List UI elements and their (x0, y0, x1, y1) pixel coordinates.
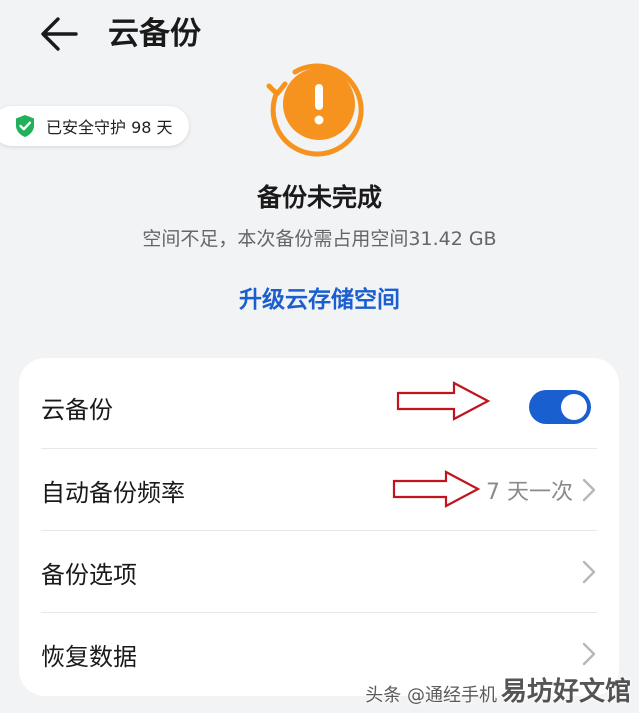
arrow-left-icon (41, 17, 78, 51)
cloud-backup-label: 云备份 (41, 395, 113, 424)
cloud-backup-toggle[interactable] (529, 390, 591, 424)
protection-badge: 已安全守护 98 天 (0, 106, 189, 146)
backup-options-row[interactable]: 备份选项 (41, 530, 597, 613)
auto-backup-frequency-label: 自动备份频率 (41, 478, 185, 507)
watermark-small-text: 头条 @通经手机 (365, 685, 497, 706)
protection-days-text: 已安全守护 98 天 (46, 118, 173, 137)
watermark-big-text: 易坊好文馆 (500, 677, 631, 707)
watermark: 头条 @通经手机 易坊好文馆 (365, 679, 631, 705)
annotation-arrow-icon (392, 470, 481, 508)
upgrade-storage-link[interactable]: 升级云存储空间 (0, 282, 639, 318)
chevron-right-icon (582, 642, 596, 666)
annotation-arrow-icon (396, 381, 491, 421)
shield-check-icon (16, 115, 34, 137)
auto-backup-frequency-row[interactable]: 自动备份频率 7 天一次 (41, 448, 597, 531)
backup-options-label: 备份选项 (41, 560, 137, 589)
back-button[interactable] (38, 12, 82, 56)
chevron-right-icon (582, 478, 596, 502)
cloud-backup-row[interactable]: 云备份 (41, 366, 597, 448)
backup-status-title: 备份未完成 (256, 183, 382, 212)
chevron-right-icon (582, 560, 596, 584)
toggle-knob (561, 394, 587, 420)
warning-exclamation-icon (266, 63, 364, 157)
page-title: 云备份 (108, 16, 201, 52)
backup-status-description: 空间不足，本次备份需占用空间31.42 GB (142, 228, 497, 250)
settings-card: 云备份 自动备份频率 7 天一次 备份选项 恢复数据 (19, 358, 619, 696)
auto-backup-frequency-value: 7 天一次 (486, 480, 573, 505)
restore-data-label: 恢复数据 (41, 642, 137, 671)
